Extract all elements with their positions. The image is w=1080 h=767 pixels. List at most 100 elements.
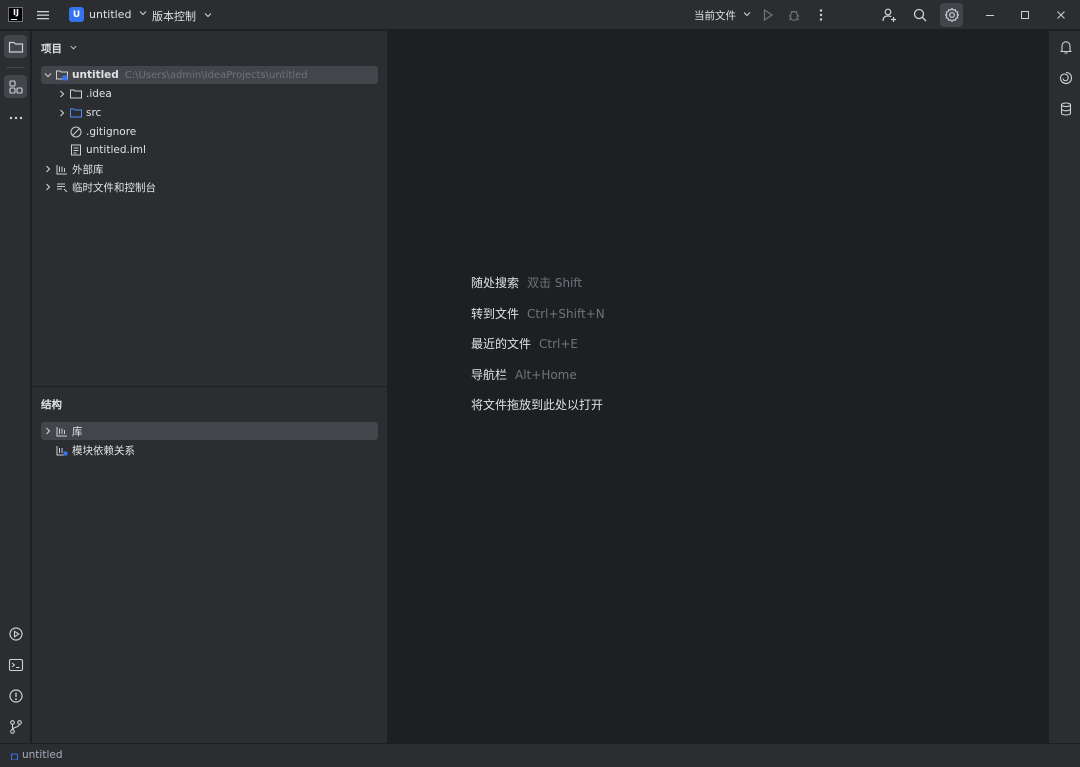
tree-label-idea: .idea — [86, 88, 112, 100]
database-button[interactable] — [1054, 97, 1077, 120]
structure-icon — [8, 79, 23, 94]
more-icon — [9, 116, 22, 119]
hint-navigation-bar: 导航栏 Alt+Home — [471, 366, 577, 383]
maximize-icon[interactable] — [1017, 7, 1033, 23]
tree-row-scratches[interactable]: 临时文件和控制台 — [41, 178, 156, 196]
chevron-down-icon[interactable] — [43, 70, 53, 80]
hint-action: 导航栏 — [471, 368, 508, 382]
folder-icon — [8, 41, 23, 53]
folder-icon — [70, 89, 82, 99]
tree-label-module-deps: 模块依赖关系 — [72, 444, 135, 457]
problems-icon — [8, 688, 23, 703]
tree-label-gitignore: .gitignore — [86, 126, 137, 138]
structure-panel: 结构 库 模块依赖关系 — [32, 387, 387, 743]
right-tool-strip — [1048, 31, 1080, 743]
chevron-right-icon[interactable] — [43, 182, 53, 192]
tree-label-scratches: 临时文件和控制台 — [72, 181, 156, 194]
source-folder-icon — [70, 108, 82, 118]
status-breadcrumb-label: untitled — [22, 749, 63, 761]
ai-assistant-icon — [1059, 71, 1072, 84]
chevron-down-icon — [743, 12, 751, 17]
run-config-selector[interactable]: 当前文件 — [694, 8, 751, 23]
tree-row-src[interactable]: src — [57, 104, 101, 122]
hint-recent-files: 最近的文件 Ctrl+E — [471, 335, 578, 352]
chevron-right-icon[interactable] — [43, 426, 53, 436]
close-icon[interactable] — [1053, 7, 1069, 23]
project-panel-header[interactable]: 项目 — [41, 41, 77, 56]
hint-shortcut: Alt+Home — [515, 368, 577, 382]
strip-separator — [6, 67, 25, 68]
status-bar: untitled — [0, 743, 1080, 767]
tree-row-gitignore[interactable]: .gitignore — [67, 123, 136, 141]
module-icon — [10, 753, 19, 760]
terminal-icon — [8, 658, 23, 671]
git-tool-button[interactable] — [4, 715, 27, 738]
ai-assistant-button[interactable] — [1054, 66, 1077, 89]
more-tools-button[interactable] — [4, 106, 27, 129]
project-tool-button[interactable] — [4, 35, 27, 58]
structure-tool-button[interactable] — [4, 75, 27, 98]
run-icon — [8, 626, 23, 641]
add-user-icon[interactable] — [881, 7, 897, 23]
project-name: untitled — [89, 8, 132, 21]
editor-area[interactable]: 随处搜索 双击 Shift 转到文件 Ctrl+Shift+N 最近的文件 Ctrl+… — [388, 31, 1048, 743]
settings-button[interactable] — [940, 3, 963, 27]
search-icon[interactable] — [912, 7, 928, 23]
hint-action: 最近的文件 — [471, 337, 532, 351]
hint-shortcut: 双击 Shift — [527, 276, 583, 290]
problems-tool-button[interactable] — [4, 684, 27, 707]
ignored-file-icon — [70, 126, 82, 138]
hint-action: 转到文件 — [471, 307, 520, 321]
module-dependencies-icon — [56, 446, 68, 456]
terminal-tool-button[interactable] — [4, 653, 27, 676]
minimize-icon[interactable] — [982, 7, 998, 23]
hint-shortcut: Ctrl+E — [539, 337, 579, 351]
debug-icon[interactable] — [786, 7, 802, 23]
hint-drop-files: 将文件拖放到此处以打开 — [471, 396, 603, 413]
project-panel: 项目 untitled C:\Users\admin\IdeaProjects\… — [32, 31, 387, 386]
tree-row-iml[interactable]: untitled.iml — [67, 141, 146, 159]
run-config-label: 当前文件 — [694, 10, 736, 22]
tree-row-idea[interactable]: .idea — [57, 85, 112, 103]
run-icon[interactable] — [760, 7, 776, 23]
hint-shortcut: Ctrl+Shift+N — [527, 307, 605, 321]
intellij-logo-icon: IJ — [8, 7, 23, 22]
database-icon — [1060, 101, 1071, 116]
file-icon — [71, 144, 81, 156]
tree-label-src: src — [86, 107, 102, 119]
chevron-down-icon — [204, 13, 211, 18]
tree-row-module-deps[interactable]: 模块依赖关系 — [53, 441, 135, 459]
chevron-right-icon[interactable] — [57, 89, 67, 99]
vcs-menu[interactable]: 版本控制 — [152, 8, 212, 24]
tree-row-libraries[interactable]: 库 — [41, 422, 378, 440]
bell-icon — [1059, 40, 1072, 54]
project-badge[interactable]: U — [69, 7, 84, 22]
more-actions-icon[interactable] — [813, 7, 829, 23]
project-panel-title: 项目 — [41, 43, 62, 55]
project-switcher[interactable]: untitled — [89, 8, 147, 21]
hint-search-everywhere: 随处搜索 双击 Shift — [471, 274, 582, 291]
status-breadcrumb[interactable]: untitled — [10, 749, 63, 761]
title-bar: IJ U untitled 版本控制 当前文件 — [0, 0, 1080, 30]
module-folder-icon — [56, 70, 68, 81]
main-menu-icon[interactable] — [36, 8, 50, 22]
tree-label-external-libs: 外部库 — [72, 163, 104, 176]
git-icon — [9, 719, 22, 734]
library-icon — [56, 427, 67, 437]
chevron-down-icon — [139, 11, 147, 16]
tree-row-external-libs[interactable]: 外部库 — [41, 160, 104, 178]
tree-row-untitled[interactable]: untitled C:\Users\admin\IdeaProjects\unt… — [41, 66, 378, 84]
hint-action: 将文件拖放到此处以打开 — [471, 398, 604, 412]
hint-action: 随处搜索 — [471, 276, 520, 290]
tree-label-iml: untitled.iml — [86, 144, 146, 156]
hint-go-to-file: 转到文件 Ctrl+Shift+N — [471, 305, 605, 322]
scratches-icon — [57, 183, 68, 193]
notifications-button[interactable] — [1054, 35, 1077, 58]
chevron-right-icon[interactable] — [57, 108, 67, 118]
vcs-menu-label: 版本控制 — [152, 10, 196, 23]
run-tool-button[interactable] — [4, 622, 27, 645]
tree-label-untitled: untitled — [72, 69, 119, 81]
chevron-down-icon — [70, 45, 77, 50]
chevron-right-icon[interactable] — [43, 164, 53, 174]
library-icon — [56, 165, 67, 175]
